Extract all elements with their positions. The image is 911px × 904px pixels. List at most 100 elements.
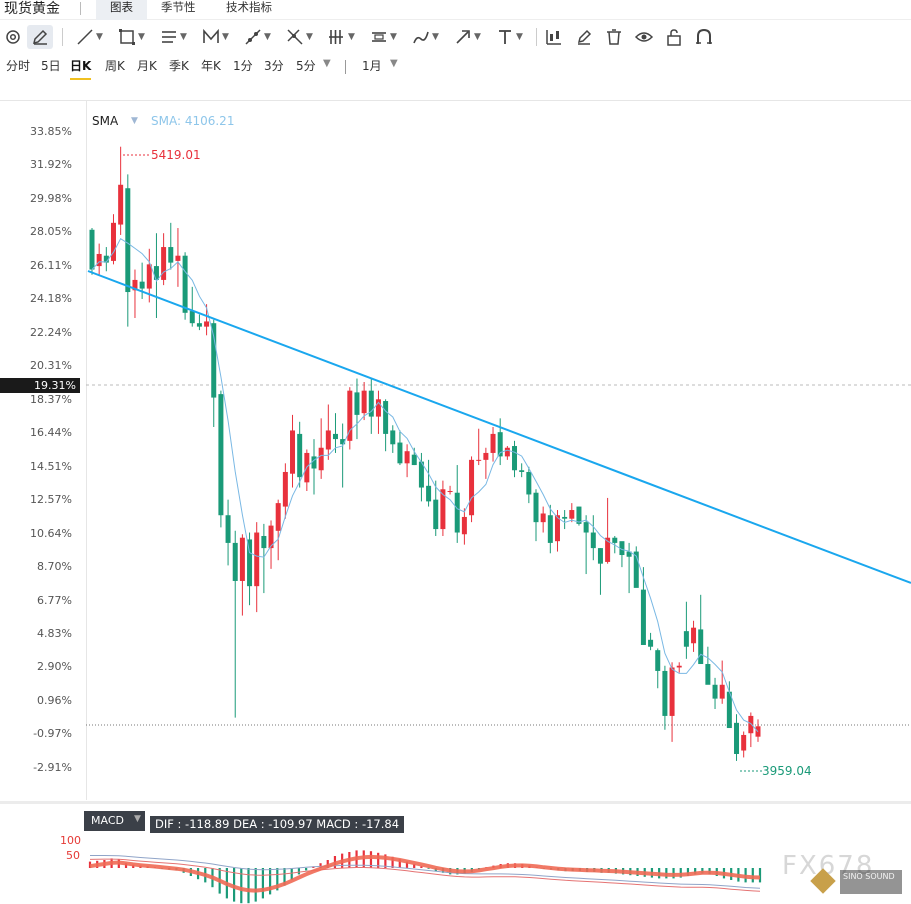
sma-label[interactable]: SMA [92,114,118,128]
y-axis-tick: 29.98% [30,191,72,205]
candle-body [612,537,618,543]
candle-body [204,321,210,327]
candle-body [89,229,95,270]
y-axis-tick: 6.77% [37,593,72,607]
candle-body [118,184,124,225]
candle-body [540,513,546,523]
y-axis-tick: 33.85% [30,125,72,138]
candle-body [669,667,675,716]
candle-body [748,715,754,734]
sma-caret-icon[interactable]: ▼ [131,116,138,126]
candle-body [168,247,174,263]
macd-axis-100: 100 [60,834,81,847]
candle-body [512,446,518,471]
candle-body [569,510,575,519]
candle-body [683,631,689,647]
candle-body [597,548,603,564]
high-price-label: 5419.01 [151,148,201,162]
candle-body [411,454,417,466]
y-axis-tick: 31.92% [30,158,72,172]
candle-body [705,664,711,685]
candle-body [247,539,253,587]
watermark-sub: SINO SOUND [840,870,902,894]
y-axis-tick: 28.05% [30,225,72,239]
candle-body [447,491,453,493]
candle-body [433,499,439,530]
candle-body [533,492,539,523]
y-axis-tick: 16.44% [30,426,72,440]
candle-body [469,459,475,516]
candle-body [361,390,367,414]
candle-body [590,532,596,549]
candle-body [734,722,740,754]
candle-body [175,255,181,261]
y-axis-tick: -2.91% [33,761,72,774]
candle-body [354,392,360,415]
candle-body [211,323,217,398]
y-axis-tick: 10.64% [30,526,72,540]
candle-body [182,255,188,313]
crosshair-value-label: 19.31% [0,378,80,393]
y-axis-tick: 4.83% [37,627,72,641]
candle-body [526,471,532,495]
y-axis-tick: 26.11% [30,258,72,272]
candle-body [483,452,489,460]
candle-body [712,684,718,699]
candle-body [547,515,553,543]
candle-body [325,430,331,450]
candle-body [426,485,432,502]
macd-axis-50: 50 [66,849,80,862]
y-axis-tick: 12.57% [30,493,72,507]
sma-value: SMA: 4106.21 [151,114,235,128]
candle-body [397,442,403,464]
candle-body [125,188,131,293]
candle-body [583,522,589,533]
candle-body [383,401,389,434]
candle-body [275,503,281,531]
y-axis-tick: 0.96% [37,694,72,708]
candle-body [189,311,195,324]
candle-body [662,670,668,716]
candle-body [476,459,482,461]
macd-caret-icon[interactable]: ▼ [134,814,141,824]
candle-body [254,532,260,587]
candle-body [196,323,202,327]
candle-body [239,537,245,581]
candle-body [519,470,525,472]
candle-body [676,665,682,668]
candle-body [318,447,324,471]
low-price-label: 3959.04 [762,764,812,778]
macd-values: DIF : -118.89 DEA : -109.97 MACD : -17.8… [150,816,405,833]
y-axis-tick: 20.31% [30,359,72,373]
candle-body [454,492,460,533]
candle-body [332,433,338,440]
candle-body [290,430,296,474]
y-axis-tick: 14.51% [30,459,72,473]
candle-body [741,734,747,751]
y-axis-tick: 2.90% [37,660,72,674]
candle-body [640,589,646,645]
candle-body [698,629,704,665]
candle-body [719,684,725,699]
candle-body [648,639,654,647]
candle-body [218,394,224,516]
trend-line [87,270,911,584]
candle-body [655,650,661,671]
candle-body [404,451,410,464]
candle-body [261,535,267,549]
candle-body [225,515,231,543]
candle-body [139,281,145,289]
candle-body [146,264,152,289]
candle-body [153,266,159,280]
y-axis-tick: 24.18% [30,292,72,306]
y-axis-tick: -0.97% [33,727,72,741]
candle-body [562,516,568,519]
candle-body [282,471,288,507]
candle-body [691,627,697,644]
candle-body [232,542,238,581]
y-axis-tick: 22.24% [30,325,72,339]
y-axis-tick: 8.70% [37,560,72,574]
macd-pane-divider [0,801,911,804]
y-axis-tick: 18.37% [30,392,72,406]
candle-body [461,516,467,535]
